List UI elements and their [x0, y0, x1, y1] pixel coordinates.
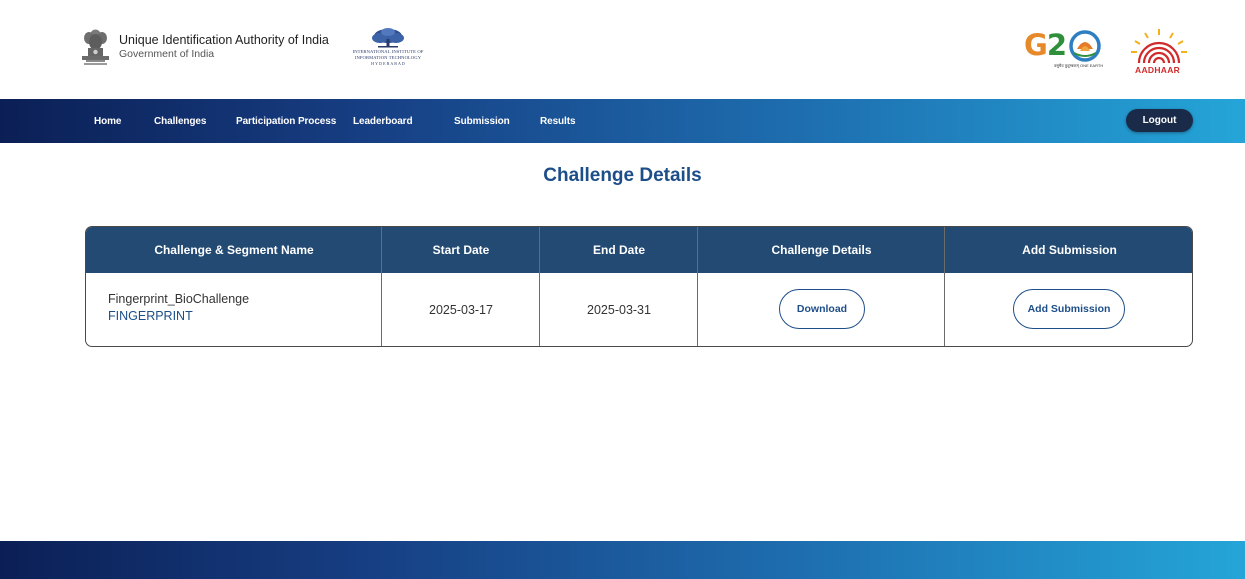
page-title: Challenge Details — [543, 165, 702, 186]
add-submission-button[interactable]: Add Submission — [1013, 289, 1125, 329]
column-header-start-date: Start Date — [432, 243, 490, 257]
g20-logo: G2 वसुधैव कुटुम्बकम् ONE EARTH — [1024, 28, 1104, 72]
iiit-line-3: H Y D E R A B A D — [371, 61, 405, 66]
nav-participation-process[interactable]: Participation Process — [236, 116, 336, 127]
g20-text: G2 — [1024, 28, 1067, 62]
column-header-name: Challenge & Segment Name — [154, 243, 314, 257]
end-date-cell: 2025-03-31 — [587, 303, 651, 317]
column-header-add-submission: Add Submission — [1022, 243, 1117, 257]
national-emblem-icon — [82, 29, 109, 65]
g20-subtitle: वसुधैव कुटुम्बकम् ONE EARTH — [1054, 63, 1104, 68]
challenge-name-cell: Fingerprint_BioChallenge FINGERPRINT — [108, 291, 249, 324]
column-header-challenge-details: Challenge Details — [771, 243, 872, 257]
nav-home[interactable]: Home — [94, 116, 121, 127]
column-divider — [944, 227, 945, 346]
org-subtitle: Government of India — [119, 48, 215, 60]
aadhaar-logo: AADHAAR — [1123, 27, 1195, 77]
site-header: Unique Identification Authority of India… — [0, 0, 1245, 99]
nav-leaderboard[interactable]: Leaderboard — [353, 116, 413, 127]
iiit-line-2: INFORMATION TECHNOLOGY — [354, 54, 422, 60]
nav-submission[interactable]: Submission — [454, 116, 510, 127]
org-name: Unique Identification Authority of India — [119, 33, 329, 47]
logout-button[interactable]: Logout — [1126, 109, 1193, 132]
site-footer — [0, 541, 1245, 579]
tree-icon — [372, 28, 404, 48]
iiit-line-1: INTERNATIONAL INSTITUTE OF — [352, 49, 424, 54]
nav-challenges[interactable]: Challenges — [154, 116, 206, 127]
org-title-block: Unique Identification Authority of India… — [119, 33, 329, 61]
table-header-row: Challenge & Segment Name Start Date End … — [86, 227, 1192, 273]
iiit-text: INTERNATIONAL INSTITUTE OF INFORMATION T… — [342, 49, 434, 67]
aadhaar-sun-icon — [1131, 29, 1187, 64]
nav-results[interactable]: Results — [540, 116, 576, 127]
start-date-cell: 2025-03-17 — [429, 303, 493, 317]
download-button[interactable]: Download — [779, 289, 865, 329]
aadhaar-text: AADHAAR — [1135, 65, 1181, 75]
challenge-table: Challenge & Segment Name Start Date End … — [85, 226, 1193, 347]
iiit-logo: INTERNATIONAL INSTITUTE OF INFORMATION T… — [342, 27, 434, 73]
column-header-end-date: End Date — [592, 243, 645, 257]
main-nav: Home Challenges Participation Process Le… — [0, 99, 1245, 143]
segment-name: FINGERPRINT — [108, 309, 193, 323]
globe-lotus-icon — [1069, 30, 1101, 62]
challenge-name: Fingerprint_BioChallenge — [108, 292, 250, 306]
